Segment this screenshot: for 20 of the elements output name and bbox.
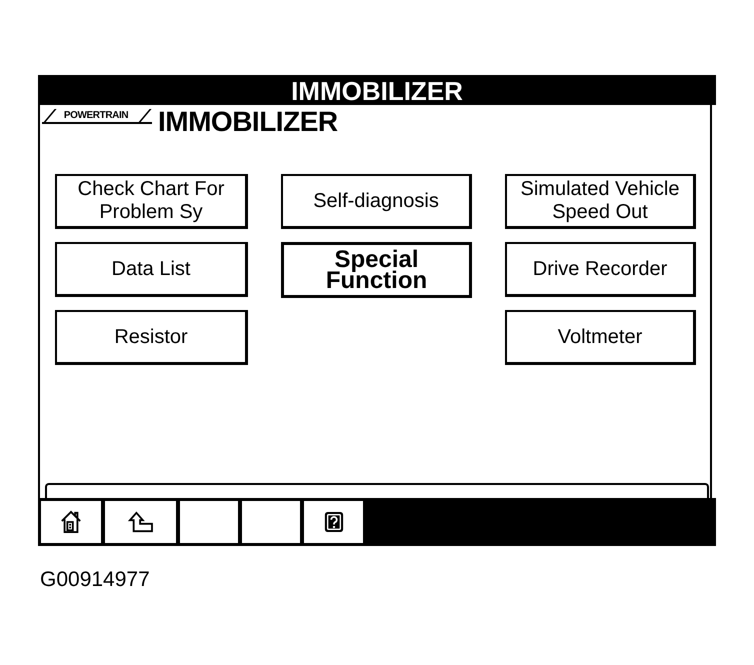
page-heading: IMMOBILIZER (158, 108, 338, 136)
figure-id: G00914977 (40, 568, 150, 592)
back-button[interactable] (104, 501, 177, 543)
menu-button[interactable]: Special Function (281, 242, 472, 298)
menu-button[interactable]: Data List (55, 242, 248, 297)
help-button[interactable] (303, 501, 364, 543)
menu-button[interactable]: Check Chart For Problem Sy (55, 174, 248, 229)
menu-button[interactable]: Simulated Vehicle Speed Out (505, 174, 696, 229)
blank-button[interactable] (179, 501, 239, 543)
home-button[interactable] (40, 501, 102, 543)
menu-button[interactable]: Resistor (55, 310, 248, 365)
blank-button[interactable] (241, 501, 301, 543)
menu-button[interactable]: Self-diagnosis (281, 174, 472, 229)
category-tag: POWERTRAIN (42, 109, 152, 124)
help-icon (324, 511, 344, 533)
menu-button[interactable]: Drive Recorder (505, 242, 696, 297)
bent-arrow-icon (128, 511, 154, 533)
home-icon (60, 510, 82, 534)
window-title: IMMOBILIZER (291, 75, 463, 105)
menu-button[interactable]: Voltmeter (505, 310, 696, 365)
